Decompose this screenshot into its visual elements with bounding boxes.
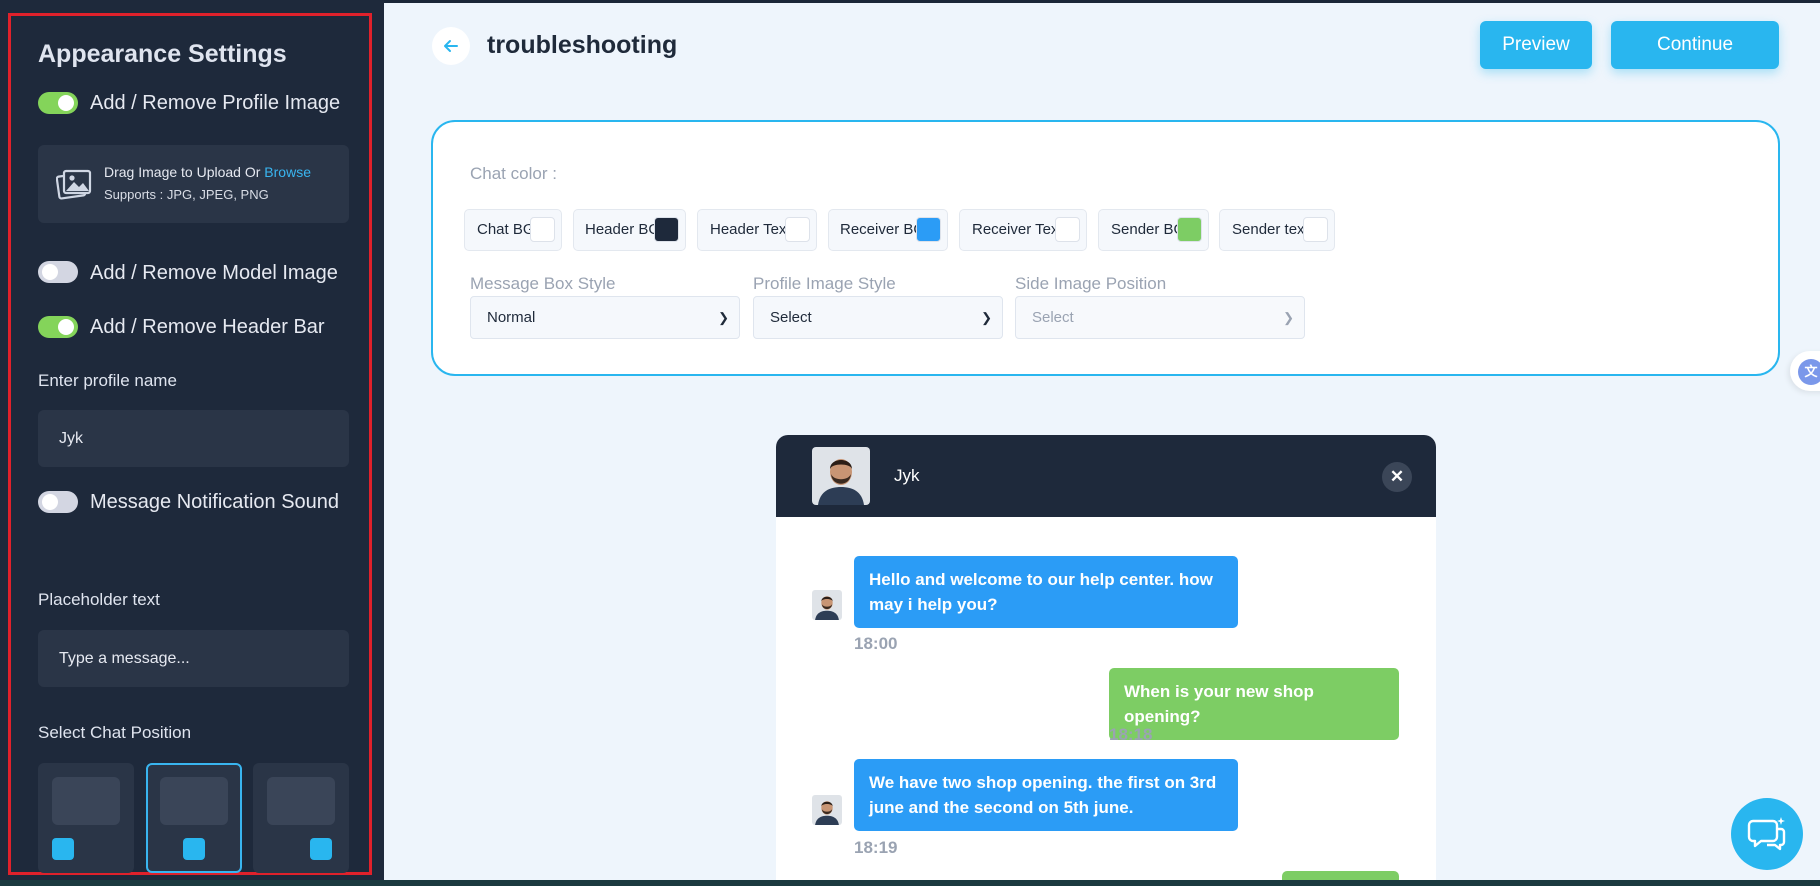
chat-position-center[interactable] bbox=[146, 763, 242, 873]
sent-message-partial bbox=[1282, 871, 1399, 880]
chip-label: Receiver BG bbox=[840, 221, 926, 238]
message-box-style-label: Message Box Style bbox=[470, 274, 616, 293]
back-button[interactable] bbox=[432, 27, 470, 65]
profile-name-input[interactable]: Jyk bbox=[38, 410, 349, 467]
chip-label: Sender text bbox=[1232, 221, 1309, 238]
received-message: We have two shop opening. the first on 3… bbox=[854, 759, 1238, 831]
app-root: Appearance Settings Add / Remove Profile… bbox=[0, 0, 1820, 886]
color-chip-receiver-bg[interactable]: Receiver BG bbox=[828, 209, 948, 251]
profile-image-style-select[interactable]: Select ❯ bbox=[753, 296, 1003, 339]
chat-position-label: Select Chat Position bbox=[38, 723, 192, 742]
profile-name-label: Enter profile name bbox=[38, 371, 177, 390]
profile-photo-icon bbox=[812, 795, 842, 825]
chat-position-right[interactable] bbox=[253, 763, 349, 873]
select-value: Normal bbox=[487, 309, 536, 326]
main-content: troubleshooting Preview Continue Chat co… bbox=[384, 3, 1820, 880]
chip-label: Header BG bbox=[585, 221, 661, 238]
color-swatch[interactable] bbox=[530, 217, 555, 242]
chevron-down-icon: ❯ bbox=[1283, 310, 1294, 325]
chat-support-button[interactable] bbox=[1731, 798, 1803, 870]
preview-button[interactable]: Preview bbox=[1480, 21, 1592, 69]
translate-widget[interactable]: 文 bbox=[1790, 351, 1820, 391]
color-swatch[interactable] bbox=[654, 217, 679, 242]
model-image-toggle[interactable] bbox=[38, 261, 78, 283]
avatar bbox=[812, 447, 870, 505]
upload-text: Drag Image to Upload Or bbox=[104, 164, 265, 180]
message-time: 18:19 bbox=[854, 838, 898, 857]
color-swatch[interactable] bbox=[1303, 217, 1328, 242]
placeholder-text-input[interactable]: Type a message... bbox=[38, 630, 349, 687]
notification-sound-toggle[interactable] bbox=[38, 491, 78, 513]
bottom-border bbox=[0, 880, 1820, 886]
upload-instruction: Drag Image to Upload Or Browse bbox=[104, 164, 311, 180]
message-time: 18:00 bbox=[854, 634, 898, 653]
profile-photo-icon bbox=[812, 447, 870, 505]
color-chip-header-text[interactable]: Header Text bbox=[697, 209, 817, 251]
close-icon: ✕ bbox=[1389, 467, 1405, 486]
message-time: 18:18 bbox=[1109, 725, 1153, 744]
toggle-knob bbox=[42, 494, 58, 510]
side-image-position-select[interactable]: Select ❯ bbox=[1015, 296, 1305, 339]
message-box-style-select[interactable]: Normal ❯ bbox=[470, 296, 740, 339]
color-swatch[interactable] bbox=[1055, 217, 1080, 242]
browse-link[interactable]: Browse bbox=[264, 164, 311, 180]
select-value: Select bbox=[770, 309, 812, 326]
toggle-knob bbox=[58, 319, 74, 335]
color-chip-sender-bg[interactable]: Sender BG bbox=[1098, 209, 1209, 251]
header-bar-toggle-label: Add / Remove Header Bar bbox=[90, 316, 325, 338]
color-chip-header-bg[interactable]: Header BG bbox=[573, 209, 686, 251]
avatar bbox=[812, 590, 842, 620]
image-upload-dropzone[interactable]: Drag Image to Upload Or Browse Supports … bbox=[38, 145, 349, 223]
position-dot bbox=[52, 838, 74, 860]
close-button[interactable]: ✕ bbox=[1382, 462, 1412, 492]
arrow-left-icon bbox=[444, 40, 458, 52]
toggle-knob bbox=[42, 264, 58, 280]
position-preview-screen bbox=[52, 777, 120, 825]
color-chip-chat-bg[interactable]: Chat BG bbox=[464, 209, 562, 251]
appearance-sidebar: Appearance Settings Add / Remove Profile… bbox=[0, 0, 384, 880]
model-image-toggle-label: Add / Remove Model Image bbox=[90, 262, 338, 284]
profile-image-style-label: Profile Image Style bbox=[753, 274, 896, 293]
chat-bubbles-icon bbox=[1747, 817, 1786, 851]
color-swatch[interactable] bbox=[785, 217, 810, 242]
chip-label: Receiver Text bbox=[972, 221, 1063, 238]
position-preview-screen bbox=[160, 777, 228, 825]
sent-message: When is your new shop opening? bbox=[1109, 668, 1399, 740]
chevron-down-icon: ❯ bbox=[981, 310, 992, 325]
avatar bbox=[812, 795, 842, 825]
select-value: Select bbox=[1032, 309, 1074, 326]
position-preview-screen bbox=[267, 777, 335, 825]
upload-supports: Supports : JPG, JPEG, PNG bbox=[104, 187, 269, 202]
chat-settings-card: Chat color : Chat BG Header BG Header Te… bbox=[431, 120, 1780, 376]
image-icon bbox=[56, 169, 92, 200]
sidebar-title: Appearance Settings bbox=[38, 40, 287, 68]
profile-image-toggle-label: Add / Remove Profile Image bbox=[90, 92, 341, 114]
position-dot bbox=[183, 838, 205, 860]
notification-sound-toggle-label: Message Notification Sound bbox=[90, 491, 340, 513]
profile-image-toggle[interactable] bbox=[38, 92, 78, 114]
chat-profile-name: Jyk bbox=[894, 466, 920, 485]
toggle-knob bbox=[58, 95, 74, 111]
continue-button[interactable]: Continue bbox=[1611, 21, 1779, 69]
placeholder-text-label: Placeholder text bbox=[38, 590, 160, 609]
chip-label: Header Text bbox=[710, 221, 791, 238]
header-bar-toggle[interactable] bbox=[38, 316, 78, 338]
color-swatch[interactable] bbox=[1177, 217, 1202, 242]
chip-label: Sender BG bbox=[1111, 221, 1186, 238]
chat-position-left[interactable] bbox=[38, 763, 134, 873]
page-title: troubleshooting bbox=[487, 31, 678, 59]
translate-icon: 文 bbox=[1798, 359, 1820, 385]
color-chip-sender-text[interactable]: Sender text bbox=[1219, 209, 1335, 251]
color-chip-receiver-text[interactable]: Receiver Text bbox=[959, 209, 1087, 251]
chat-preview: Jyk ✕ Hello and welcome to our help cent… bbox=[776, 435, 1436, 880]
position-dot bbox=[310, 838, 332, 860]
profile-photo-icon bbox=[812, 590, 842, 620]
side-image-position-label: Side Image Position bbox=[1015, 274, 1167, 293]
chat-header: Jyk ✕ bbox=[776, 435, 1436, 517]
chip-label: Chat BG bbox=[477, 221, 535, 238]
color-swatch[interactable] bbox=[916, 217, 941, 242]
chat-color-label: Chat color : bbox=[470, 164, 557, 183]
chevron-down-icon: ❯ bbox=[718, 310, 729, 325]
received-message: Hello and welcome to our help center. ho… bbox=[854, 556, 1238, 628]
